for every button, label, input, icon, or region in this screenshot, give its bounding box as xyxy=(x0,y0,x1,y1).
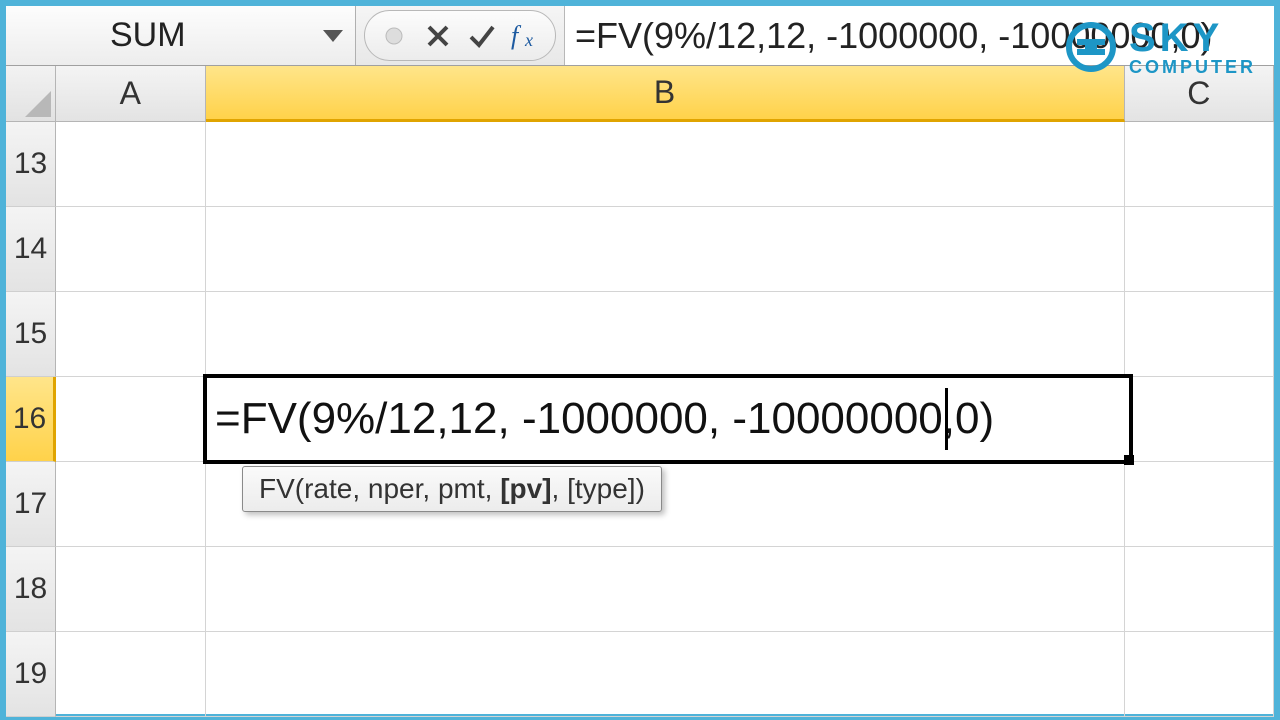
row-headers: 13 14 15 16 17 18 19 xyxy=(6,122,56,714)
cancel-icon[interactable] xyxy=(423,23,453,49)
cell-C19[interactable] xyxy=(1125,632,1275,717)
cell-C15[interactable] xyxy=(1125,292,1275,377)
name-box[interactable]: SUM xyxy=(6,6,356,65)
cell-C13[interactable] xyxy=(1125,122,1275,207)
cell-A18[interactable] xyxy=(56,547,206,632)
col-header-A[interactable]: A xyxy=(56,66,206,122)
cell-A16[interactable] xyxy=(56,377,206,462)
name-box-dropdown-icon[interactable] xyxy=(323,30,343,42)
cell-B14[interactable] xyxy=(206,207,1125,292)
enter-icon[interactable] xyxy=(467,23,497,49)
row-header-15[interactable]: 15 xyxy=(6,292,56,377)
cell-B18[interactable] xyxy=(206,547,1125,632)
cell-C17[interactable] xyxy=(1125,462,1275,547)
cell-A15[interactable] xyxy=(56,292,206,377)
select-all-corner[interactable] xyxy=(6,66,56,122)
text-cursor xyxy=(945,388,948,450)
fill-handle[interactable] xyxy=(1124,455,1134,465)
cell-C16[interactable] xyxy=(1125,377,1275,462)
row-header-19[interactable]: 19 xyxy=(6,632,56,717)
cell-A19[interactable] xyxy=(56,632,206,717)
cell-B13[interactable] xyxy=(206,122,1125,207)
row-header-18[interactable]: 18 xyxy=(6,547,56,632)
cell-A13[interactable] xyxy=(56,122,206,207)
active-cell-B16[interactable]: =FV(9%/12,12, -1000000, -10000000,0) xyxy=(203,374,1133,464)
active-cell-text: =FV(9%/12,12, -1000000, -10000000,0) xyxy=(215,394,994,444)
cell-grid: =FV(9%/12,12, -1000000, -10000000,0) FV(… xyxy=(56,122,1274,714)
worksheet: A B C 13 14 15 16 17 18 19 =FV(9%/12,12,… xyxy=(6,66,1274,714)
name-box-value: SUM xyxy=(20,16,323,55)
row-header-16[interactable]: 16 xyxy=(6,377,56,462)
logo-line1: SKY xyxy=(1129,18,1256,58)
row-header-14[interactable]: 14 xyxy=(6,207,56,292)
function-tooltip[interactable]: FV(rate, nper, pmt, [pv], [type]) xyxy=(242,466,662,512)
row-header-17[interactable]: 17 xyxy=(6,462,56,547)
row-header-13[interactable]: 13 xyxy=(6,122,56,207)
cell-A17[interactable] xyxy=(56,462,206,547)
circle-icon xyxy=(379,26,409,46)
formula-bar-buttons: f x xyxy=(364,10,556,61)
cell-B19[interactable] xyxy=(206,632,1125,717)
logo-line2: COMPUTER xyxy=(1129,58,1256,76)
logo-icon xyxy=(1063,19,1119,75)
svg-text:f: f xyxy=(511,22,522,50)
cell-C18[interactable] xyxy=(1125,547,1275,632)
cell-A14[interactable] xyxy=(56,207,206,292)
svg-text:x: x xyxy=(524,30,533,50)
cell-C14[interactable] xyxy=(1125,207,1275,292)
cell-B15[interactable] xyxy=(206,292,1125,377)
col-header-B[interactable]: B xyxy=(206,66,1125,122)
watermark-logo: SKY COMPUTER xyxy=(1063,18,1256,76)
fx-icon[interactable]: f x xyxy=(511,22,541,50)
